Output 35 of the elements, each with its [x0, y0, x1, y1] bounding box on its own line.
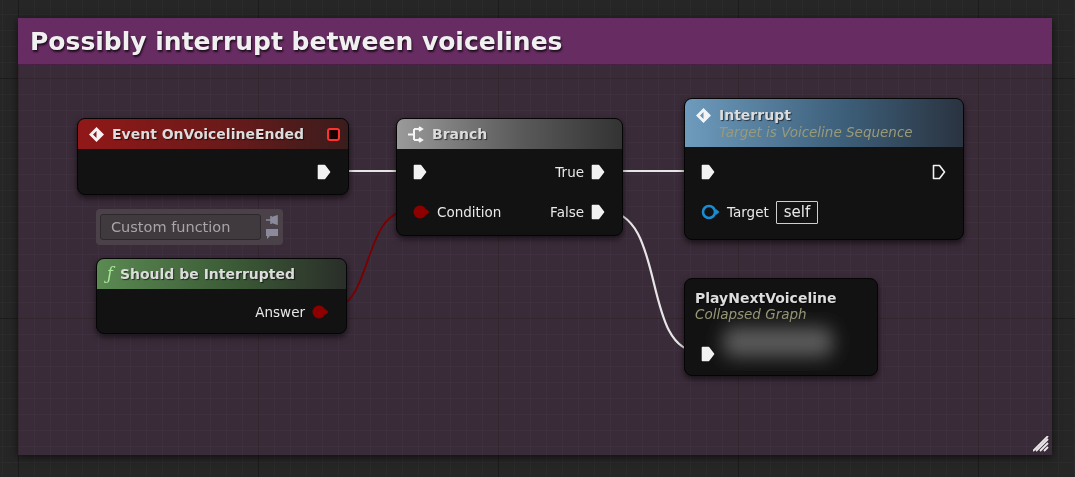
pin-label: Target [727, 204, 769, 220]
comment-title: Possibly interrupt between voicelines [18, 18, 1052, 65]
exec-pin[interactable] [932, 164, 946, 180]
pin-label: Condition [437, 204, 502, 220]
resize-grip-icon[interactable] [1033, 436, 1049, 452]
node-title: PlayNextVoiceline [695, 290, 837, 306]
node-card[interactable]: PlayNextVoiceline Collapsed Graph [684, 278, 878, 376]
pin-label: False [550, 204, 584, 220]
exec-pin[interactable] [317, 164, 331, 180]
pin-label: Answer [255, 304, 305, 320]
comment-field[interactable]: Custom function [100, 214, 261, 240]
diamond-icon [88, 125, 105, 143]
exec-pin[interactable] [413, 164, 427, 180]
exec-pin[interactable] [701, 164, 715, 180]
node-card[interactable]: Branch True Condition False [396, 118, 623, 236]
square-pin-icon [327, 127, 340, 141]
speech-bubble-icon[interactable] [265, 228, 279, 239]
node-card[interactable]: Interrupt Target is Voiceline Sequence Target self [684, 98, 964, 240]
node-card[interactable]: Event OnVoicelineEnded [77, 118, 349, 195]
exec-pin[interactable] [591, 164, 605, 180]
node-title: Interrupt [719, 107, 791, 123]
pin-label: True [555, 164, 584, 180]
node-subtitle: Collapsed Graph [695, 306, 808, 322]
exec-pin[interactable] [591, 204, 605, 220]
node-title: Event OnVoicelineEnded [112, 126, 304, 142]
pin-icon[interactable] [265, 215, 279, 225]
diamond-icon [695, 106, 712, 124]
value-field[interactable]: self [775, 200, 819, 224]
object-pin[interactable] [701, 204, 720, 220]
branch-icon [407, 125, 425, 143]
node-subtitle: Target is Voiceline Sequence [718, 123, 914, 140]
node-card[interactable]: ƒ Should be Interrupted Answer [96, 258, 347, 334]
node-title: Should be Interrupted [119, 266, 295, 282]
exec-pin[interactable] [701, 346, 715, 362]
node-title: Branch [432, 126, 488, 142]
